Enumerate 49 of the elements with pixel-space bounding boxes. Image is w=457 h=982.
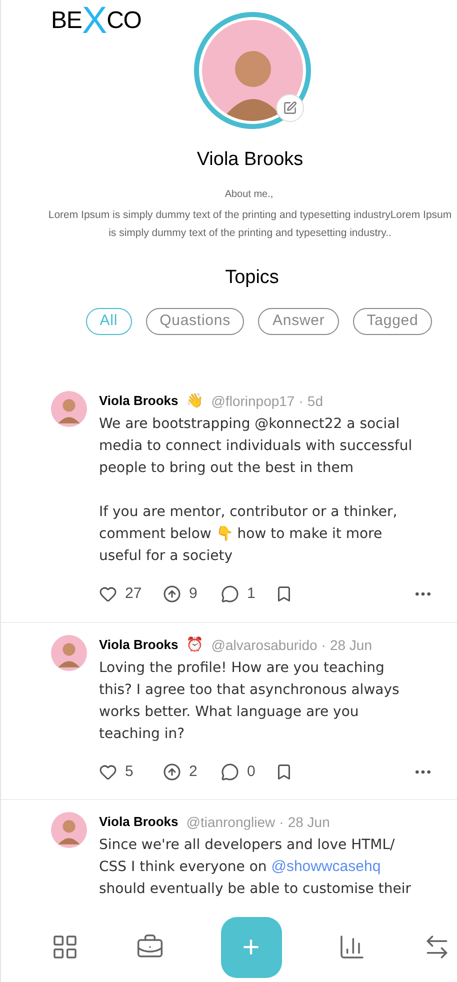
- chart-icon[interactable]: [338, 933, 366, 961]
- bookmark-icon[interactable]: [275, 585, 293, 604]
- upvote-count: 2: [189, 762, 198, 782]
- profile-name: Viola Brooks: [196, 148, 304, 172]
- avatar-placeholder: [51, 391, 87, 427]
- topic-tab[interactable]: Answer: [258, 308, 339, 335]
- mention-link[interactable]: @showwcasehq: [271, 858, 381, 875]
- like-icon[interactable]: [99, 762, 117, 781]
- bookmark-icon[interactable]: [275, 762, 293, 781]
- upvote-count: 9: [189, 584, 198, 604]
- user-handle: @alvarosaburido: [211, 636, 318, 654]
- post-time: 28 Jun: [288, 813, 330, 832]
- user-handle: @tianrongliew: [186, 813, 276, 832]
- user-handle: @florinpop17: [211, 392, 295, 411]
- comment-count: 0: [247, 762, 256, 782]
- add-button[interactable]: +: [220, 916, 282, 978]
- grid-icon[interactable]: [51, 933, 79, 961]
- avatar-placeholder: [51, 634, 87, 670]
- emoji: 👋: [186, 392, 204, 411]
- comment-icon[interactable]: [221, 585, 239, 604]
- like-count: 27: [125, 584, 143, 604]
- topic-tab[interactable]: Tagged: [352, 308, 432, 335]
- post-text: Loving the profile! How are you teaching this? I agree too that asynchronous always works better. What language are you teaching in?: [99, 658, 400, 744]
- separator-dot: ·: [321, 636, 326, 654]
- separator-dot: ·: [298, 392, 304, 411]
- like-icon[interactable]: [99, 585, 117, 604]
- upvote-icon[interactable]: [163, 585, 181, 604]
- author-name: Viola Brooks: [99, 636, 180, 654]
- author-name: Viola Brooks: [99, 392, 180, 410]
- about-text: Lorem Ipsum is simply dummy text of the printing and typesetting industryLorem Ipsum is simply dummy text of the printing and typesetting industry..: [47, 208, 453, 240]
- comment-count: 1: [247, 584, 256, 604]
- about-label: About me.,: [224, 188, 274, 202]
- post-text: Since we're all developers and love HTML/ CSS I think everyone on @showwcasehq should eventually be able to customise their: [99, 836, 412, 899]
- like-count: 5: [125, 762, 134, 782]
- edit-icon: [283, 101, 297, 115]
- author-name: Viola Brooks: [99, 813, 180, 831]
- post-time: 5d: [307, 392, 323, 411]
- upvote-icon[interactable]: [163, 762, 181, 781]
- topic-tab[interactable]: All: [86, 308, 132, 335]
- logo: BEXCO: [51, 2, 142, 40]
- emoji: ⏰: [186, 636, 204, 654]
- avatar-placeholder: [51, 812, 87, 848]
- comment-icon[interactable]: [221, 762, 239, 781]
- separator-dot: ·: [279, 813, 284, 832]
- post-time: 28 Jun: [330, 636, 372, 654]
- topics-title: Topics: [224, 266, 279, 290]
- topic-tab[interactable]: Quastions: [146, 308, 244, 335]
- post-text: If you are mentor, contributor or a thinker, comment below 👇 how to make it more useful for a society: [99, 503, 398, 566]
- post-text: We are bootstrapping @konnect22 a social media to connect individuals with successful people to bring out the best in them: [99, 415, 414, 478]
